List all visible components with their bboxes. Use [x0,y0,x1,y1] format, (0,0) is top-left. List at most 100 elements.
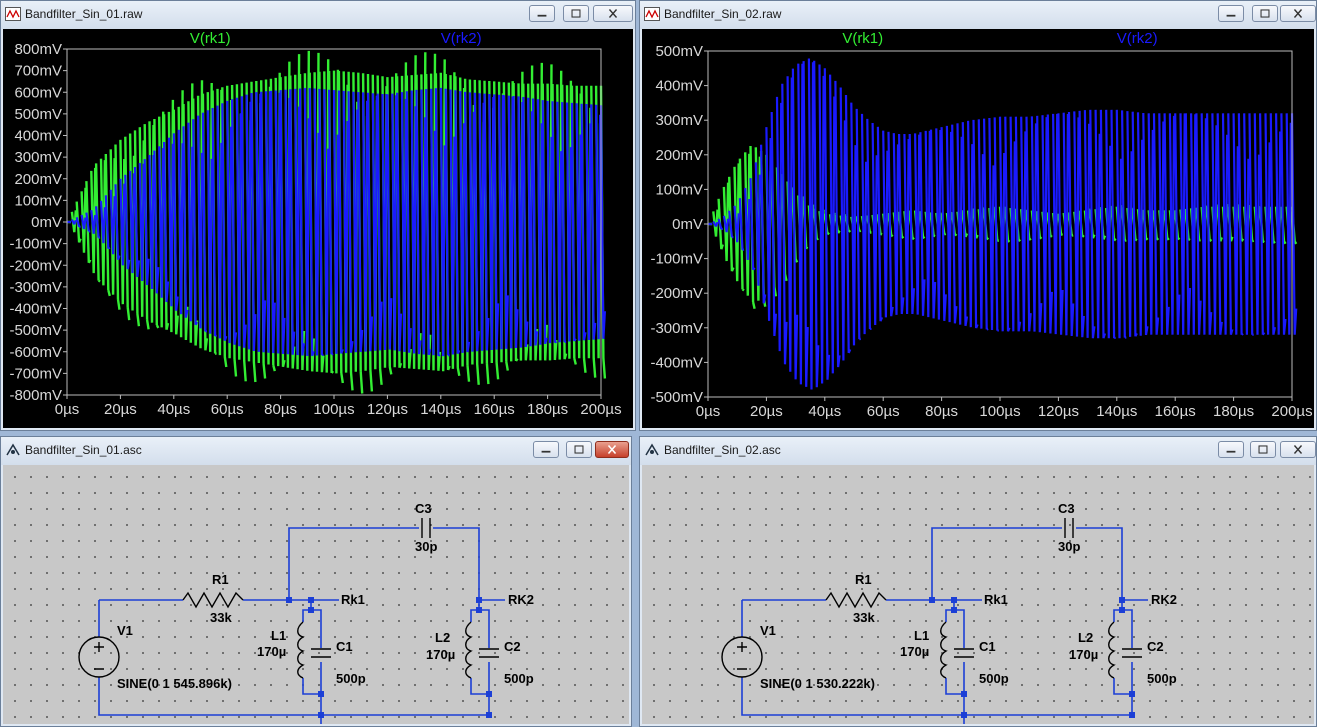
schematic-canvas[interactable]: C3 30p R1 33k Rk1 RK2 V1 SINE(0 1 545.896k) L1 17… [3,465,629,724]
waveform-chart[interactable]: V(rk1) V(rk2) 500mV 400mV 300mV 200mV 100mV 0mV… [642,29,1314,428]
x-tick-label: 40µs [808,403,841,420]
y-tick-label: 200mV [14,171,62,188]
schematic-drawing[interactable]: C330pR133kRk1 RK2V1SINE(0 1 545.896k)L117… [3,465,629,724]
label-c1-value: 500p [979,671,1009,686]
x-tick-label: 60µs [211,401,244,418]
maximize-button[interactable] [1252,5,1278,22]
y-tick-label: -200mV [650,285,703,302]
label-c1-value: 500p [336,671,366,686]
label-l1-name: L1 [914,628,929,643]
wire [1122,609,1133,648]
window-titlebar[interactable]: Bandfilter_Sin_01.asc [1,437,631,465]
x-tick-label: 20µs [104,401,137,418]
capacitor-c1[interactable] [954,648,974,658]
minimize-button[interactable] [1218,441,1244,458]
inductor-l1[interactable] [940,621,948,679]
window-titlebar[interactable]: Bandfilter_Sin_02.raw [640,1,1316,29]
waveform-chart[interactable]: V(rk1) V(rk2) 800mV 700mV 600mV 500mV 400mV 300… [3,29,633,428]
minimize-button[interactable] [529,5,555,22]
window-titlebar[interactable]: Bandfilter_Sin_01.raw [1,1,635,29]
maximize-icon [1258,445,1268,454]
close-button[interactable] [593,5,633,22]
legend-vrk2: V(rk2) [441,30,482,47]
capacitor-c3[interactable] [421,518,431,538]
close-button[interactable] [1280,5,1316,22]
y-tick-label: 0mV [672,216,703,233]
label-c3-value: 30p [1058,539,1080,554]
close-button[interactable] [595,441,629,458]
waveform-plot-area[interactable]: V(rk1) V(rk2) 500mV 400mV 300mV 200mV 100mV 0mV… [642,29,1314,428]
minimize-button[interactable] [1218,5,1244,22]
junction [308,607,314,613]
maximize-icon [574,445,584,454]
wire [1076,527,1123,600]
inductor-l2[interactable] [465,621,473,679]
label-v1-name: V1 [760,623,776,638]
y-tick-label: 400mV [14,128,62,145]
resistor-r1[interactable] [825,591,887,609]
junction [1129,712,1135,718]
waveform-window-1[interactable]: Bandfilter_Sin_01.raw V(rk1) V(rk2) 800mV 7… [0,0,636,431]
wire [954,609,965,648]
junction [1119,597,1125,603]
y-tick-label: -500mV [9,322,62,339]
junction [951,597,957,603]
y-tick-label: -100mV [9,236,62,253]
label-c1-name: C1 [336,639,353,654]
y-tick-label: 500mV [14,106,62,123]
x-tick-label: 140µs [1096,403,1137,420]
x-tick-label: 0µs [55,401,80,418]
net-label-rk1: Rk1 [341,592,365,607]
label-c2-name: C2 [504,639,521,654]
x-tick-label: 200µs [1271,403,1312,420]
maximize-button[interactable] [1250,441,1276,458]
label-l2-value: 170µ [426,647,455,662]
close-icon [608,9,618,18]
x-tick-label: 140µs [420,401,461,418]
junction [961,712,967,718]
x-tick-label: 200µs [580,401,621,418]
maximize-button[interactable] [563,5,589,22]
junction [308,597,314,603]
label-l1-value: 170µ [900,644,929,659]
schematic-window-1[interactable]: Bandfilter_Sin_01.asc C3 30p R1 33k Rk1 RK2 V1… [0,436,632,727]
label-c3-name: C3 [415,501,432,516]
schematic-icon [645,443,659,456]
y-tick-label: 500mV [655,43,703,60]
schematic-drawing[interactable]: C330pR133kRk1 RK2V1SINE(0 1 530.222k)L117… [642,465,1314,724]
wire [433,527,480,600]
capacitor-c2[interactable] [1122,648,1142,658]
label-l2-name: L2 [435,630,450,645]
resistor-r1[interactable] [182,591,244,609]
minimize-button[interactable] [533,441,559,458]
x-tick-label: 160µs [474,401,515,418]
voltage-source-polarity[interactable] [737,642,747,670]
y-tick-label: -200mV [9,257,62,274]
junction [318,691,324,697]
label-r1-value: 33k [210,610,232,625]
inductor-l1[interactable] [297,621,305,679]
wire [311,609,322,648]
minimize-icon [537,14,547,17]
capacitor-c1[interactable] [311,648,331,658]
capacitor-c2[interactable] [479,648,499,658]
close-button[interactable] [1280,441,1316,458]
close-icon [607,445,617,454]
schematic-canvas[interactable]: C3 30p R1 33k Rk1 RK2 V1 SINE(0 1 530.222k) L1 17… [642,465,1314,724]
wire [288,527,419,600]
window-titlebar[interactable]: Bandfilter_Sin_02.asc [640,437,1316,465]
voltage-source-polarity[interactable] [94,642,104,670]
label-c3-name: C3 [1058,501,1075,516]
schematic-group[interactable]: C330pR133kRk1 RK2V1SINE(0 1 530.222k)L117… [721,501,1177,724]
waveform-plot-area[interactable]: V(rk1) V(rk2) 800mV 700mV 600mV 500mV 400mV 300… [3,29,633,428]
junction [929,597,935,603]
waveform-window-2[interactable]: Bandfilter_Sin_02.raw V(rk1) V(rk2) 500mV 4… [639,0,1317,431]
wire [931,527,1062,600]
x-tick-label: 180µs [1213,403,1254,420]
waveform-icon [644,7,660,21]
schematic-window-2[interactable]: Bandfilter_Sin_02.asc C3 30p R1 33k Rk1 RK2 V1… [639,436,1317,727]
inductor-l2[interactable] [1108,621,1116,679]
maximize-button[interactable] [566,441,592,458]
schematic-group[interactable]: C330pR133kRk1 RK2V1SINE(0 1 545.896k)L117… [78,501,534,724]
capacitor-c3[interactable] [1064,518,1074,538]
